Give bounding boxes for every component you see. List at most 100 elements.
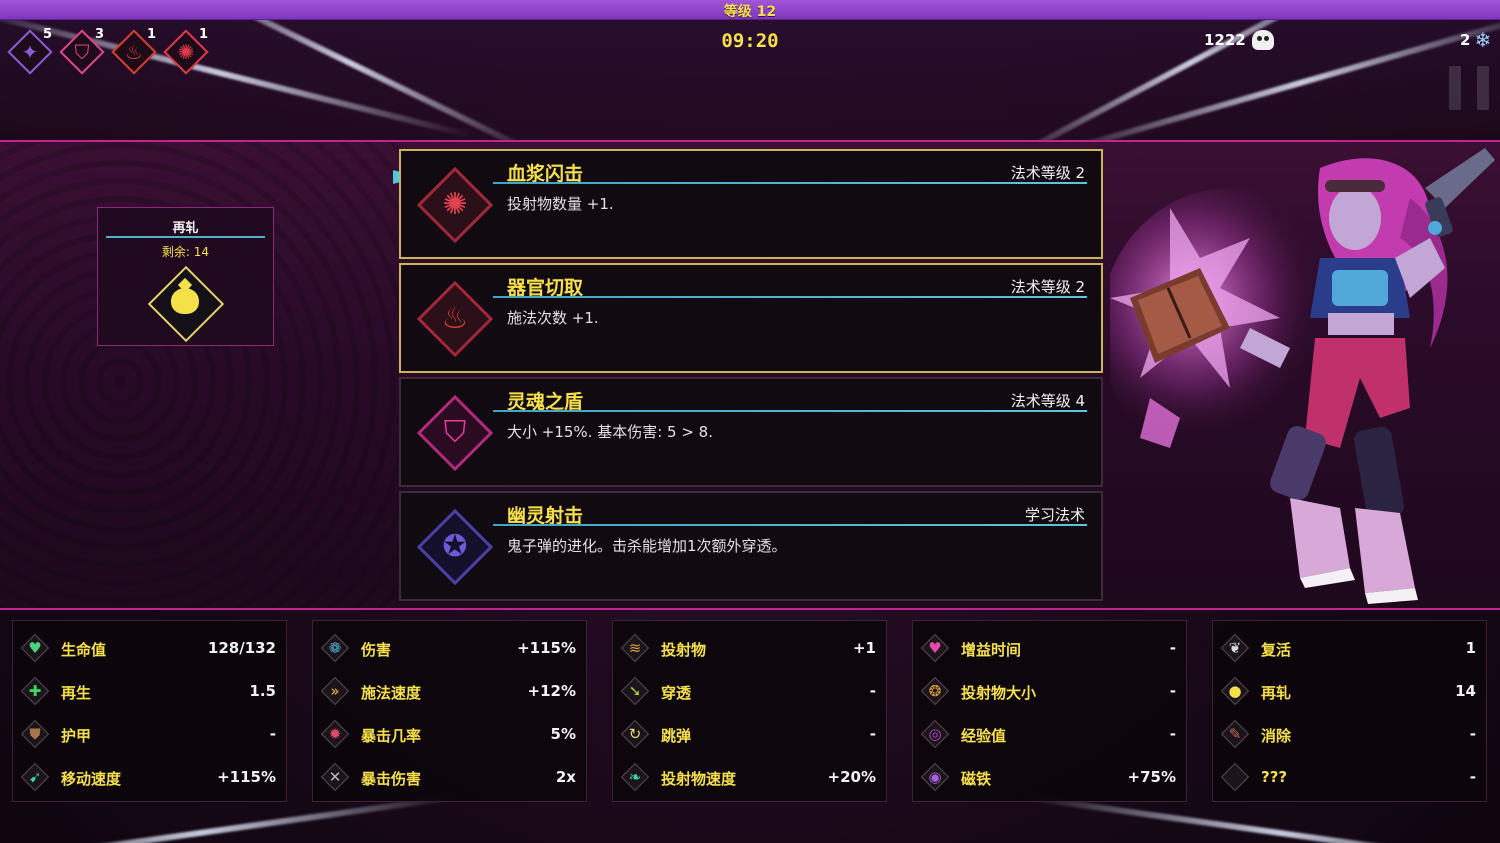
xp-level-bar: 等级 12 [0,0,1500,20]
sneaker [1355,508,1415,593]
spell-level: 学习法术 [1024,506,1085,524]
stat-label: 施法速度 [361,684,422,702]
kill-counter: 1222 [1204,30,1274,50]
stat-value: 2x [555,768,576,786]
stat-label: 暴击伤害 [361,770,422,788]
stat-row: ✕ 暴击伤害 2x [319,760,576,794]
stat-row: ● 再轧 14 [1219,674,1476,708]
stats-column: ♥ 生命值 128/132 ✚ 再生 1.5 ⛊ 护甲 - ➹ 移动速度 +11… [12,620,287,802]
stat-value: 5% [550,725,576,743]
card-icon: ✺ [416,166,494,244]
spell-description: 大小 +15%. 基本伤害: 5 > 8. [507,423,713,441]
pants [1305,338,1410,448]
stat-value: 128/132 [207,639,276,657]
stat-row: ⛊ 护甲 - [19,717,276,751]
revive-icon: ❦ [1228,639,1242,657]
goggles [1325,180,1385,192]
projectile-icon: ≋ [628,639,642,657]
reroll-title: 再轧 [172,221,199,236]
organ-icon: ♨ [441,301,469,336]
stat-row: ↻ 跳弹 - [619,717,876,751]
card-icon: ✪ [416,508,494,586]
stat-label: 经验值 [961,727,1007,745]
size-icon: ❂ [928,682,942,700]
divider [493,410,1087,412]
stats-column: ≋ 投射物 +1 ➘ 穿透 - ↻ 跳弹 - ❧ 投射物速度 +20% [612,620,887,802]
pierce-icon: ➘ [628,682,642,700]
stat-label: 生命值 [61,641,107,659]
stats-column: ♥ 增益时间 - ❂ 投射物大小 - ◎ 经验值 - ◉ 磁铁 +75% [912,620,1187,802]
spell-card[interactable]: ⛉ 灵魂之盾 法术等级 4 大小 +15%. 基本伤害: 5 > 8. [399,377,1103,487]
stat-row: ✚ 再生 1.5 [19,674,276,708]
stat-label: 投射物速度 [661,770,737,788]
stat-row: ✹ 暴击几率 5% [319,717,576,751]
sneaker [1290,498,1350,578]
reroll-panel[interactable]: 再轧 剩余: 14 [97,207,274,346]
reroll-bag-icon: ● [1228,682,1242,700]
magnet-icon: ◉ [928,768,942,786]
divider [493,182,1087,184]
stat-value: - [1169,682,1176,700]
pause-button[interactable] [1449,66,1489,110]
stat-label: 穿透 [661,684,692,702]
stat-label: 磁铁 [961,770,992,788]
stat-label: 跳弹 [661,727,692,745]
stat-row: ❧ 投射物速度 +20% [619,760,876,794]
stat-label: 护甲 [61,727,92,745]
stat-label: 消除 [1261,727,1292,745]
stats-column: ❁ 伤害 +115% » 施法速度 +12% ✹ 暴击几率 5% ✕ 暴击伤害 … [312,620,587,802]
reroll-remaining: 剩余: 14 [161,245,210,259]
gem-count: 2 [1460,31,1471,49]
spell-card[interactable]: ✪ 幽灵射击 学习法术 鬼子弹的进化。击杀能增加1次额外穿透。 [399,491,1103,601]
stat-label: 复活 [1261,641,1292,659]
yellow-bag-icon [171,288,199,314]
spell-description: 施法次数 +1. [507,309,599,327]
pistol-icon [1425,148,1495,237]
stat-row: ❂ 投射物大小 - [919,674,1176,708]
stat-value: +1 [852,639,876,657]
waist [1328,313,1394,335]
stat-value: - [269,725,276,743]
stat-value: - [869,725,876,743]
face [1329,186,1381,250]
stat-value: - [1169,639,1176,657]
armor-icon: ⛊ [29,725,41,743]
stat-label: 移动速度 [61,770,122,788]
spell-level: 法术等级 2 [1010,164,1085,182]
stat-row: ◉ 磁铁 +75% [919,760,1176,794]
stat-row: ♥ 生命值 128/132 [19,631,276,665]
kill-count: 1222 [1204,31,1246,49]
stat-label: 再轧 [1261,684,1292,702]
soul-shield-icon: ⛉ [443,415,467,450]
level-label: 等级 12 [723,4,777,20]
stat-label: ??? [1261,768,1288,786]
divider [106,236,265,238]
stat-label: 再生 [61,684,92,702]
stat-label: 暴击几率 [361,727,422,745]
stats-column: ❦ 复活 1 ● 再轧 14 ✎ 消除 - ??? - [1212,620,1487,802]
divider [493,524,1087,526]
spell-card[interactable]: ♨ 器官切取 法术等级 2 施法次数 +1. [399,263,1103,373]
brain-icon: ❁ [328,639,342,657]
crit-damage-icon: ✕ [328,768,342,786]
stat-row: ➘ 穿透 - [619,674,876,708]
crit-icon: ✹ [328,725,342,743]
stat-value: 14 [1455,682,1476,700]
ghost-star-icon: ✪ [442,529,468,564]
stat-value: +12% [527,682,576,700]
stat-row: ➹ 移动速度 +115% [19,760,276,794]
stat-label: 伤害 [361,641,392,659]
card-icon: ⛉ [416,394,494,472]
spell-card[interactable]: ✺ 血浆闪击 法术等级 2 投射物数量 +1. [399,149,1103,259]
spell-level: 法术等级 4 [1010,392,1085,410]
wing-icon: ❧ [628,768,642,786]
xp-icon: ◎ [928,725,942,743]
boot-icon: ➹ [28,768,42,786]
stat-row: ≋ 投射物 +1 [619,631,876,665]
stat-value: - [1469,725,1476,743]
game-timer: 09:20 [721,30,779,52]
plus-icon: ✚ [28,682,42,700]
bounce-icon: ↻ [628,725,642,743]
pause-bar [1477,66,1489,110]
stat-value: - [869,682,876,700]
